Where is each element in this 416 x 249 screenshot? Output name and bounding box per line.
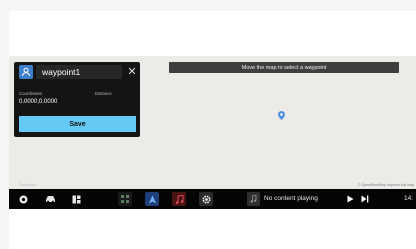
- waypoint-name-field[interactable]: waypoint1: [36, 65, 122, 79]
- taskbar: No content playing 14:: [9, 189, 416, 209]
- person-icon: [19, 65, 33, 79]
- waypoint-panel-header: waypoint1 ✕: [14, 62, 140, 80]
- music-app-icon[interactable]: [172, 192, 186, 206]
- map-attribution-text[interactable]: © OpenStreetMap Improve this map: [358, 183, 414, 187]
- clock: 14:: [404, 195, 414, 202]
- play-icon[interactable]: [345, 189, 355, 209]
- location-pin-icon: [278, 111, 285, 120]
- settings-gear-icon[interactable]: [199, 192, 213, 206]
- skip-next-icon[interactable]: [360, 189, 370, 209]
- music-note-icon[interactable]: [247, 192, 260, 206]
- close-icon[interactable]: ✕: [126, 65, 138, 79]
- coordinates-label: Coordinates: [19, 91, 43, 96]
- app-launcher-icon[interactable]: [118, 192, 132, 206]
- home-icon[interactable]: [17, 189, 29, 209]
- car-icon[interactable]: [43, 189, 57, 209]
- distance-label: Distance: [95, 91, 112, 96]
- navigation-app-icon[interactable]: [145, 192, 159, 206]
- save-button[interactable]: Save: [19, 116, 136, 132]
- coordinates-value: 0.0000,0.0000: [19, 99, 58, 105]
- media-status-text[interactable]: No content playing: [264, 189, 318, 209]
- map-instruction-banner: Move the map to select a waypoint: [169, 62, 399, 73]
- waypoint-panel: waypoint1 ✕ Coordinates Distance 0.0000,…: [14, 62, 140, 137]
- map-attribution-logo: ©mapbox: [19, 182, 37, 187]
- app-screen: Move the map to select a waypoint ©mapbo…: [9, 11, 416, 249]
- grid-apps-icon[interactable]: [70, 189, 82, 209]
